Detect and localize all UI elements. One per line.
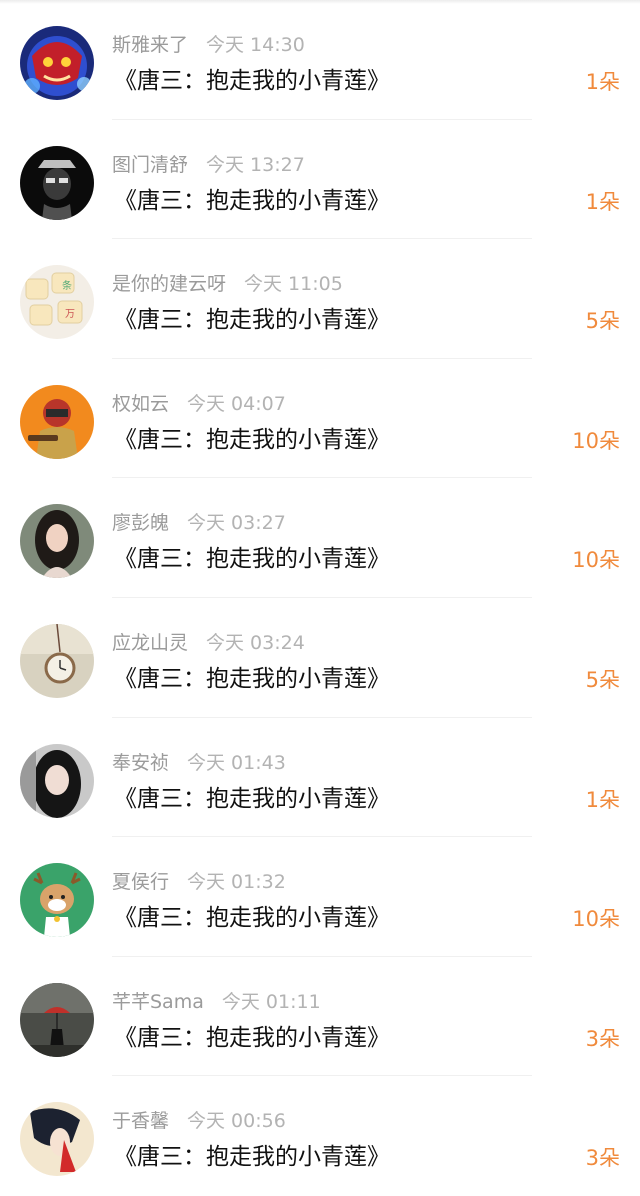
flower-count: 1朵	[585, 189, 620, 214]
book-title[interactable]: 《唐三：抱走我的小青莲》	[114, 1140, 390, 1174]
flower-count: 10朵	[572, 428, 620, 453]
list-item[interactable]: 图门清舒 今天 13:27 《唐三：抱走我的小青莲》 1朵	[0, 120, 640, 240]
flower-count: 1朵	[585, 787, 620, 812]
list-item[interactable]: 于香馨 今天 00:56 《唐三：抱走我的小青莲》 3朵	[0, 1076, 640, 1196]
username[interactable]: 夏侯行	[112, 871, 169, 893]
username[interactable]: 廖彭魄	[112, 512, 169, 534]
list-item[interactable]: 芊芊Sama 今天 01:11 《唐三：抱走我的小青莲》 3朵	[0, 957, 640, 1077]
timestamp: 今天 03:27	[187, 512, 286, 535]
timestamp: 今天 14:30	[206, 34, 305, 56]
list-item[interactable]: 夏侯行 今天 01:32 《唐三：抱走我的小青莲》 10朵	[0, 837, 640, 957]
username[interactable]: 图门清舒	[112, 154, 188, 176]
girl-avatar[interactable]	[20, 504, 94, 579]
book-title[interactable]: 《唐三：抱走我的小青莲》	[114, 423, 390, 457]
item-meta: 图门清舒 今天 13:27	[112, 150, 305, 180]
flower-count: 10朵	[572, 548, 620, 573]
username[interactable]: 芊芊Sama	[112, 991, 204, 1013]
book-title[interactable]: 《唐三：抱走我的小青莲》	[114, 662, 390, 696]
timestamp: 今天 13:27	[206, 153, 305, 176]
item-meta: 斯雅来了 今天 14:30	[112, 30, 305, 60]
timestamp: 今天 01:11	[221, 990, 321, 1013]
gift-list: 斯雅来了 今天 14:30 《唐三：抱走我的小青莲》 1朵 图门清舒 今天 13:2…	[0, 0, 640, 1196]
skull-avatar[interactable]	[20, 145, 94, 220]
flower-count: 10朵	[572, 907, 620, 932]
umbrella-avatar[interactable]	[20, 982, 94, 1057]
username[interactable]: 奉安祯	[112, 752, 169, 774]
timestamp: 今天 11:05	[244, 273, 343, 296]
list-item[interactable]: 廖彭魄 今天 03:27 《唐三：抱走我的小青莲》 10朵	[0, 478, 640, 598]
item-meta: 于香馨 今天 00:56	[112, 1106, 286, 1136]
warrior-avatar[interactable]	[20, 26, 94, 100]
timestamp: 今天 01:32	[187, 871, 286, 894]
list-item[interactable]: 斯雅来了 今天 14:30 《唐三：抱走我的小青莲》 1朵	[0, 0, 640, 120]
item-meta: 是你的建云呀 今天 11:05	[112, 269, 343, 299]
timestamp: 今天 00:56	[187, 1110, 286, 1133]
book-title[interactable]: 《唐三：抱走我的小青莲》	[114, 901, 390, 935]
item-meta: 廖彭魄 今天 03:27	[112, 508, 286, 538]
item-meta: 奉安祯 今天 01:43	[112, 748, 286, 778]
list-item[interactable]: 条 万 是你的建云呀 今天 11:05 《唐三：抱走我的小青莲》 5朵	[0, 239, 640, 359]
username[interactable]: 应龙山灵	[112, 632, 188, 654]
item-meta: 夏侯行 今天 01:32	[112, 867, 286, 897]
timestamp: 今天 03:24	[206, 631, 305, 654]
username[interactable]: 斯雅来了	[112, 34, 188, 56]
item-meta: 权如云 今天 04:07	[112, 389, 286, 419]
book-title[interactable]: 《唐三：抱走我的小青莲》	[114, 542, 390, 576]
list-item[interactable]: 应龙山灵 今天 03:24 《唐三：抱走我的小青莲》 5朵	[0, 598, 640, 718]
book-title[interactable]: 《唐三：抱走我的小青莲》	[114, 303, 390, 337]
svg-text:条: 条	[62, 279, 72, 292]
reindeer-avatar[interactable]	[20, 863, 94, 938]
soldier-avatar[interactable]	[20, 384, 94, 459]
woman-portrait-avatar[interactable]	[20, 743, 94, 818]
book-title[interactable]: 《唐三：抱走我的小青莲》	[114, 782, 390, 816]
mahjong-avatar[interactable]: 条 万	[20, 265, 94, 340]
timestamp: 今天 04:07	[187, 392, 286, 415]
book-title[interactable]: 《唐三：抱走我的小青莲》	[114, 64, 390, 98]
item-meta: 应龙山灵 今天 03:24	[112, 628, 305, 658]
timestamp: 今天 01:43	[187, 751, 286, 774]
list-item[interactable]: 奉安祯 今天 01:43 《唐三：抱走我的小青莲》 1朵	[0, 718, 640, 838]
svg-text:万: 万	[65, 309, 75, 320]
book-title[interactable]: 《唐三：抱走我的小青莲》	[114, 1021, 390, 1055]
illustration-avatar[interactable]	[20, 1102, 94, 1177]
username[interactable]: 权如云	[112, 393, 169, 415]
pocket-watch-avatar[interactable]	[20, 623, 94, 698]
flower-count: 5朵	[585, 309, 620, 334]
flower-count: 3朵	[585, 1146, 620, 1171]
flower-count: 3朵	[585, 1026, 620, 1051]
item-meta: 芊芊Sama 今天 01:11	[112, 987, 321, 1017]
username[interactable]: 于香馨	[112, 1110, 169, 1132]
book-title[interactable]: 《唐三：抱走我的小青莲》	[114, 184, 390, 218]
username[interactable]: 是你的建云呀	[112, 273, 226, 295]
flower-count: 1朵	[585, 70, 620, 94]
list-item[interactable]: 权如云 今天 04:07 《唐三：抱走我的小青莲》 10朵	[0, 359, 640, 479]
flower-count: 5朵	[585, 667, 620, 692]
